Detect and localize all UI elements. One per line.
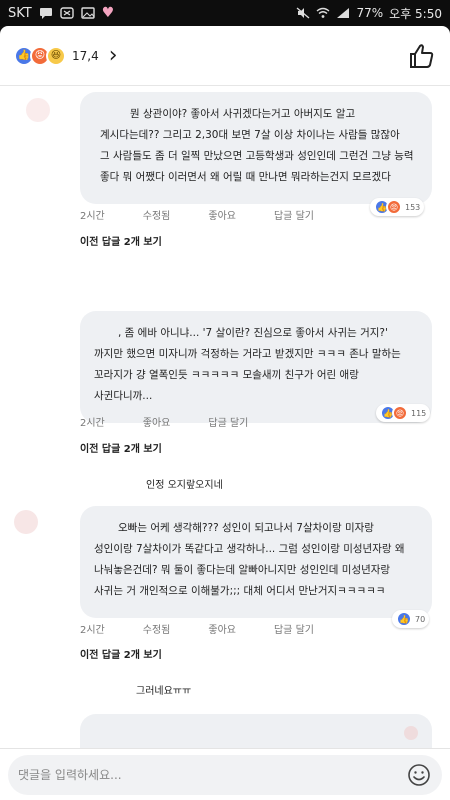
reaction-icons: 👍 😡 😆: [14, 45, 66, 66]
angry-reaction-icon: 😡: [386, 199, 402, 215]
comment-line: , 좀 에바 아니냐... '7 살이란? 진심으로 좋아서 사귀는 거지?': [118, 327, 388, 339]
image-icon: [81, 7, 95, 19]
avatar[interactable]: [14, 510, 38, 534]
reply-button[interactable]: 답글 달기: [274, 621, 314, 636]
comment-reactions[interactable]: 👍 70: [392, 610, 430, 628]
comment-line: 좋다 뭐 어쨌다 이러면서 왜 어릴 때 만나면 뭐라하는건지 모르겠다: [100, 171, 391, 183]
edited-label[interactable]: 수정됨: [143, 207, 171, 222]
comment-reaction-count: 115: [411, 408, 427, 418]
reply-note: 그러네요ㅠㅠ: [136, 686, 192, 697]
comment-time: 2시간: [80, 211, 105, 222]
previous-replies-link[interactable]: 이전 답글 2개 보기: [80, 440, 162, 455]
angry-reaction-icon: 😡: [392, 405, 408, 421]
edited-label[interactable]: 수정됨: [143, 621, 171, 636]
comment-line: 그 사람들도 좀 더 일찍 만났으면 고등학생과 성인인데 그런건 그냥 능력: [100, 150, 414, 162]
previous-replies-link[interactable]: 이전 답글 2개 보기: [80, 646, 162, 661]
kakao-icon: [60, 7, 74, 19]
avatar[interactable]: [404, 726, 418, 740]
comment-line: 나눠놓은건데? 뭐 둘이 좋다는데 알빠아니지만 성인인데 미성년자랑: [94, 564, 391, 576]
comment-actions: 2시간 좋아요 답글 달기: [80, 414, 248, 429]
haha-reaction-icon: 😆: [46, 45, 66, 66]
comment-reactions[interactable]: 👍 😡 153: [370, 198, 425, 216]
comment-input-wrapper[interactable]: [8, 755, 442, 795]
comment-bubble: 뭔 상관이야? 좋아서 사귀겠다는거고 아버지도 알고 계시다는데?? 그리고 …: [80, 92, 432, 204]
like-button[interactable]: 좋아요: [143, 414, 171, 429]
emoji-icon[interactable]: [406, 762, 432, 788]
avatar[interactable]: [26, 98, 50, 122]
like-thumb-icon[interactable]: [406, 41, 436, 71]
chevron-right-icon[interactable]: ›: [109, 44, 118, 66]
like-reaction-icon: 👍: [396, 611, 412, 627]
clock: 오후 5:50: [389, 6, 442, 21]
mute-icon: [297, 7, 310, 19]
heart-icon: ♥: [101, 5, 115, 21]
like-button[interactable]: 좋아요: [208, 207, 236, 222]
comment-line: 까지만 했으면 미자니까 걱정하는 거라고 받겠지만 ㅋㅋㅋ 존나 말하는: [94, 348, 401, 360]
comment-line: 성인이랑 7살차이가 똑같다고 생각하나... 그럼 성인이랑 미성년자랑 왜: [94, 543, 405, 555]
comment-composer: [0, 748, 450, 800]
battery-percent: 77%: [356, 6, 384, 20]
comment-reaction-count: 153: [405, 202, 421, 212]
signal-icon: [337, 8, 350, 18]
message-icon: [39, 8, 52, 19]
comment-line: 뭔 상관이야? 좋아서 사귀겠다는거고 아버지도 알고: [130, 108, 356, 120]
comment-line: 사귀는 거 개인적으로 이해불가;;; 대체 어디서 만난거지ㅋㅋㅋㅋㅋ: [94, 585, 386, 597]
comment-time: 2시간: [80, 418, 105, 429]
comment-line: 사귄다니까...: [94, 390, 153, 402]
like-button[interactable]: 좋아요: [208, 621, 236, 636]
comment-reaction-count: 70: [415, 614, 426, 624]
reply-button[interactable]: 답글 달기: [274, 207, 314, 222]
reaction-count: 17,4: [72, 48, 99, 63]
comment-input[interactable]: [18, 768, 406, 782]
comment-time: 2시간: [80, 625, 105, 636]
comment-actions: 2시간 수정됨 좋아요 답글 달기: [80, 207, 314, 222]
reply-button[interactable]: 답글 달기: [208, 414, 248, 429]
comment-reactions[interactable]: 👍 😡 115: [376, 404, 431, 422]
comment-actions: 2시간 수정됨 좋아요 답글 달기: [80, 621, 314, 636]
comment-line: 꼬라지가 걍 열폭인듯 ㅋㅋㅋㅋㅋ 모솔새끼 친구가 어린 애랑: [94, 369, 359, 381]
comments-sheet: 👍 😡 😆 17,4 › 뭔 상관이야? 좋아서 사귀겠다는거고 아버지도 알고…: [0, 26, 450, 800]
reactions-header[interactable]: 👍 😡 😆 17,4 ›: [0, 26, 450, 86]
comment-line: 오빠는 어케 생각해??? 성인이 되고나서 7살차이랑 미자랑: [118, 522, 374, 534]
comment-line: 계시다는데?? 그리고 2,30대 보면 7살 이상 차이나는 사람들 많잖아: [100, 129, 400, 141]
previous-replies-link[interactable]: 이전 답글 2개 보기: [80, 233, 162, 248]
reply-note: 인정 오지랖오지네: [146, 480, 223, 491]
carrier-label: SKT: [8, 5, 32, 21]
comment-bubble: 오빠는 어케 생각해??? 성인이 되고나서 7살차이랑 미자랑 성인이랑 7살…: [80, 506, 432, 618]
wifi-icon: [317, 7, 330, 18]
status-bar: SKT ♥ 77% 오후 5:50: [0, 0, 450, 26]
